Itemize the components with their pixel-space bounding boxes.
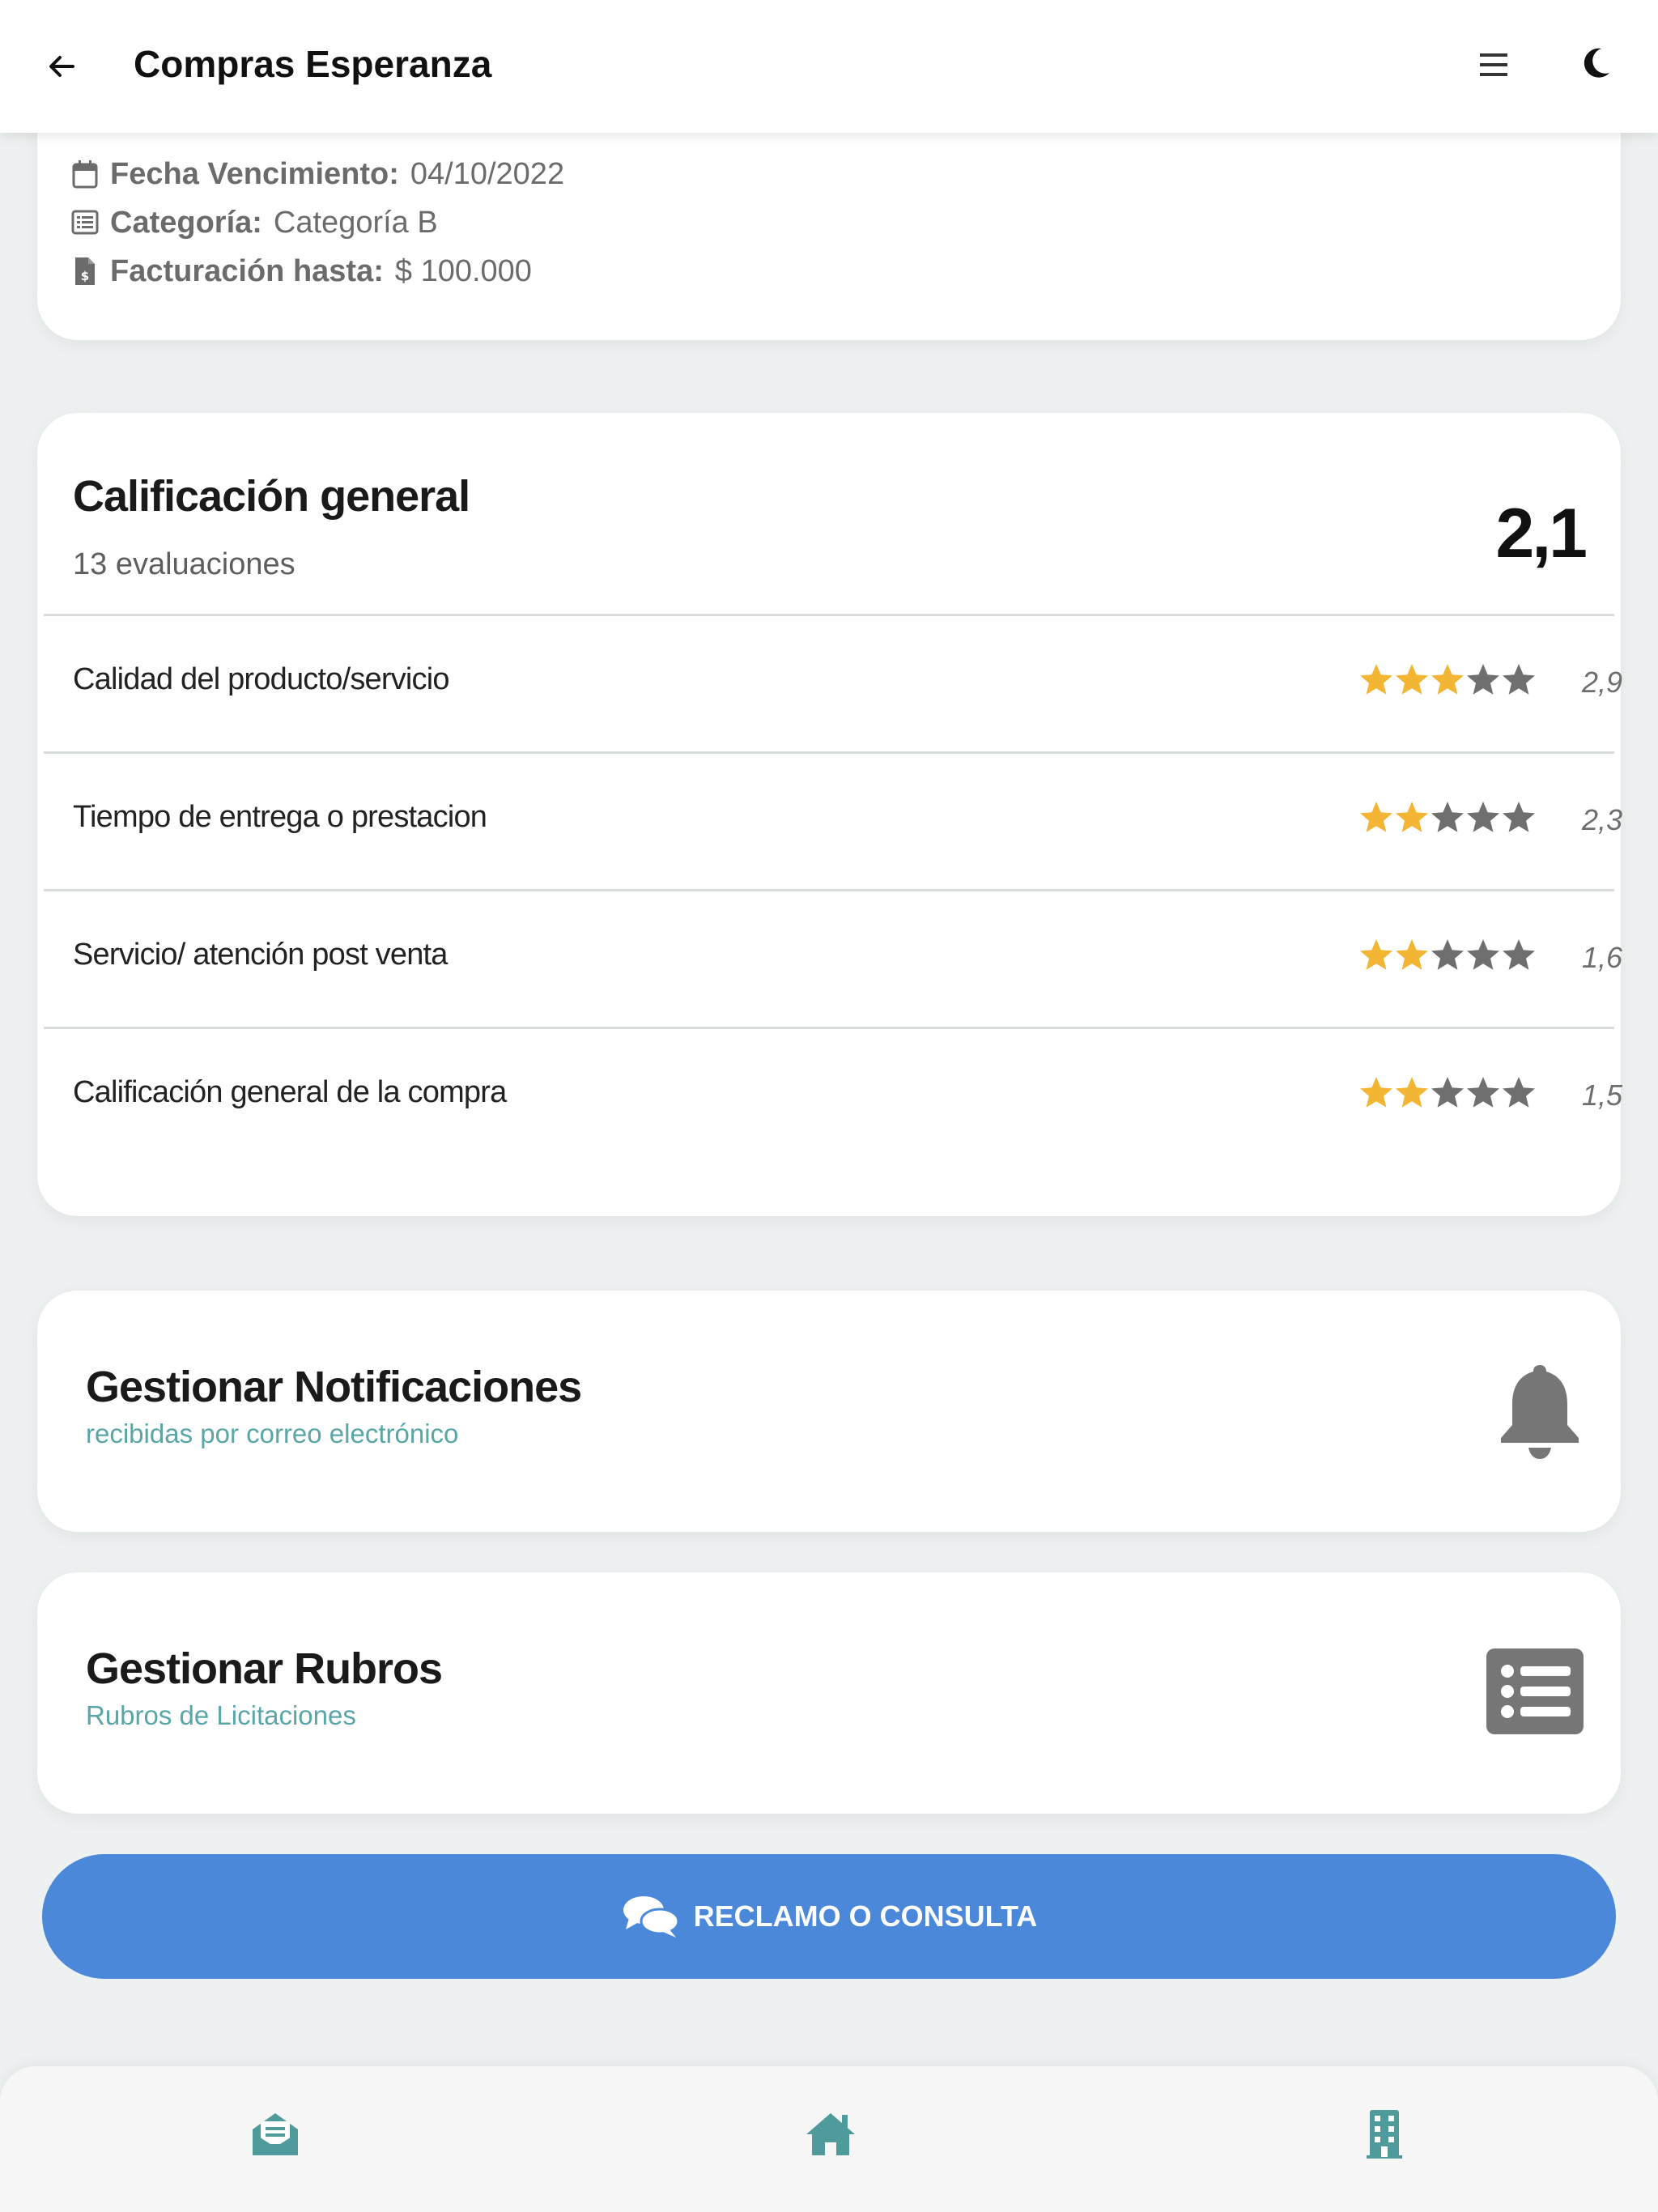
criterion-label: Servicio/ atención post venta (73, 938, 448, 972)
page-title: Compras Esperanza (134, 43, 492, 85)
rubros-subtitle: Rubros de Licitaciones (86, 1700, 356, 1730)
star-empty-icon (1431, 1077, 1464, 1108)
billing-label: Facturación hasta: (110, 253, 384, 288)
calendar-icon (72, 160, 98, 189)
star-empty-icon (1467, 664, 1499, 695)
arrow-left-icon[interactable] (45, 50, 78, 83)
star-empty-icon (1503, 939, 1535, 970)
home-icon[interactable] (805, 2108, 857, 2160)
criterion-row: Calificación general de la compra 1,5 (37, 1028, 1623, 1164)
criterion-row: Tiempo de entrega o prestacion 2,3 (37, 753, 1623, 889)
due-date-value: 04/10/2022 (410, 156, 565, 191)
criterion-row: Servicio/ atención post venta 1,6 (37, 891, 1623, 1027)
star-filled-icon (1396, 939, 1428, 970)
chat-bubbles-icon (623, 1896, 680, 1938)
star-filled-icon (1360, 1077, 1392, 1108)
star-filled-icon (1431, 664, 1464, 695)
star-empty-icon (1503, 1077, 1535, 1108)
criterion-value: 1,5 (1582, 1078, 1623, 1112)
bell-icon (1501, 1365, 1579, 1459)
list-alt-icon (71, 210, 99, 235)
criterion-row: Calidad del producto/servicio 2,9 (37, 615, 1623, 751)
star-rating (1360, 802, 1535, 832)
hamburger-icon[interactable] (1478, 50, 1509, 79)
billing-value: $ 100.000 (394, 253, 532, 288)
criterion-value: 1,6 (1582, 941, 1623, 974)
star-empty-icon (1467, 1077, 1499, 1108)
star-rating (1360, 1077, 1535, 1108)
criterion-label: Tiempo de entrega o prestacion (73, 800, 487, 834)
list-icon (1486, 1648, 1584, 1734)
manage-notifications-card[interactable]: Gestionar Notificaciones recibidas por c… (37, 1291, 1621, 1532)
star-rating (1360, 939, 1535, 970)
manage-rubros-card[interactable]: Gestionar Rubros Rubros de Licitaciones (37, 1572, 1621, 1814)
due-date-row: Fecha Vencimiento: 04/10/2022 (71, 154, 564, 194)
claim-button-label: RECLAMO O CONSULTA (693, 1899, 1038, 1933)
claim-or-inquiry-button[interactable]: RECLAMO O CONSULTA (42, 1854, 1616, 1979)
rating-score: 2,1 (1495, 495, 1588, 572)
star-empty-icon (1503, 802, 1535, 832)
mail-open-icon[interactable] (249, 2108, 301, 2160)
criterion-label: Calidad del producto/servicio (73, 662, 450, 696)
rating-title: Calificación general (73, 472, 470, 521)
category-label: Categoría: (110, 205, 262, 240)
rubros-title: Gestionar Rubros (86, 1644, 443, 1693)
invoice-dollar-icon: $ (75, 257, 95, 285)
notifications-title: Gestionar Notificaciones (86, 1363, 582, 1411)
due-date-label: Fecha Vencimiento: (110, 156, 399, 191)
star-filled-icon (1360, 939, 1392, 970)
star-filled-icon (1396, 664, 1428, 695)
billing-row: $ Facturación hasta: $ 100.000 (71, 251, 532, 291)
criterion-value: 2,9 (1582, 666, 1623, 699)
criterion-value: 2,3 (1582, 803, 1623, 836)
app-bar: Compras Esperanza (0, 0, 1658, 133)
star-filled-icon (1360, 664, 1392, 695)
star-filled-icon (1396, 802, 1428, 832)
criterion-label: Calificación general de la compra (73, 1075, 507, 1109)
star-empty-icon (1467, 939, 1499, 970)
star-empty-icon (1503, 664, 1535, 695)
bottom-tab-bar (0, 2066, 1658, 2212)
building-icon[interactable] (1358, 2108, 1410, 2160)
star-empty-icon (1431, 939, 1464, 970)
category-value: Categoría B (273, 205, 438, 240)
notifications-subtitle: recibidas por correo electrónico (86, 1419, 459, 1448)
svg-text:$: $ (81, 269, 89, 283)
star-rating (1360, 664, 1535, 695)
category-row: Categoría: Categoría B (71, 202, 438, 243)
star-filled-icon (1360, 802, 1392, 832)
star-filled-icon (1396, 1077, 1428, 1108)
moon-icon[interactable] (1580, 45, 1613, 81)
rating-count: 13 evaluaciones (73, 547, 295, 581)
rating-card: Calificación general 13 evaluaciones 2,1… (37, 413, 1623, 1216)
star-empty-icon (1467, 802, 1499, 832)
star-empty-icon (1431, 802, 1464, 832)
